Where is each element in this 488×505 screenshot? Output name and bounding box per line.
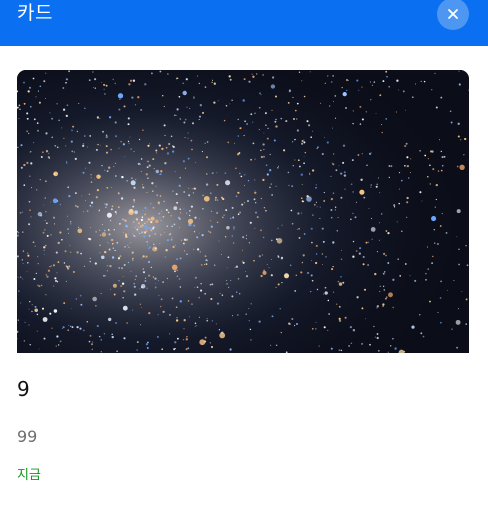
page-title: 카드 (17, 2, 53, 24)
star-cluster-image (17, 70, 469, 353)
card-timestamp: 지금 (17, 468, 41, 483)
card-image (17, 70, 469, 353)
card-subtitle: 99 (17, 427, 38, 446)
close-button[interactable] (437, 0, 469, 30)
header-bar: 카드 (0, 0, 488, 46)
close-icon (447, 8, 459, 20)
card-title: 9 (17, 377, 30, 401)
